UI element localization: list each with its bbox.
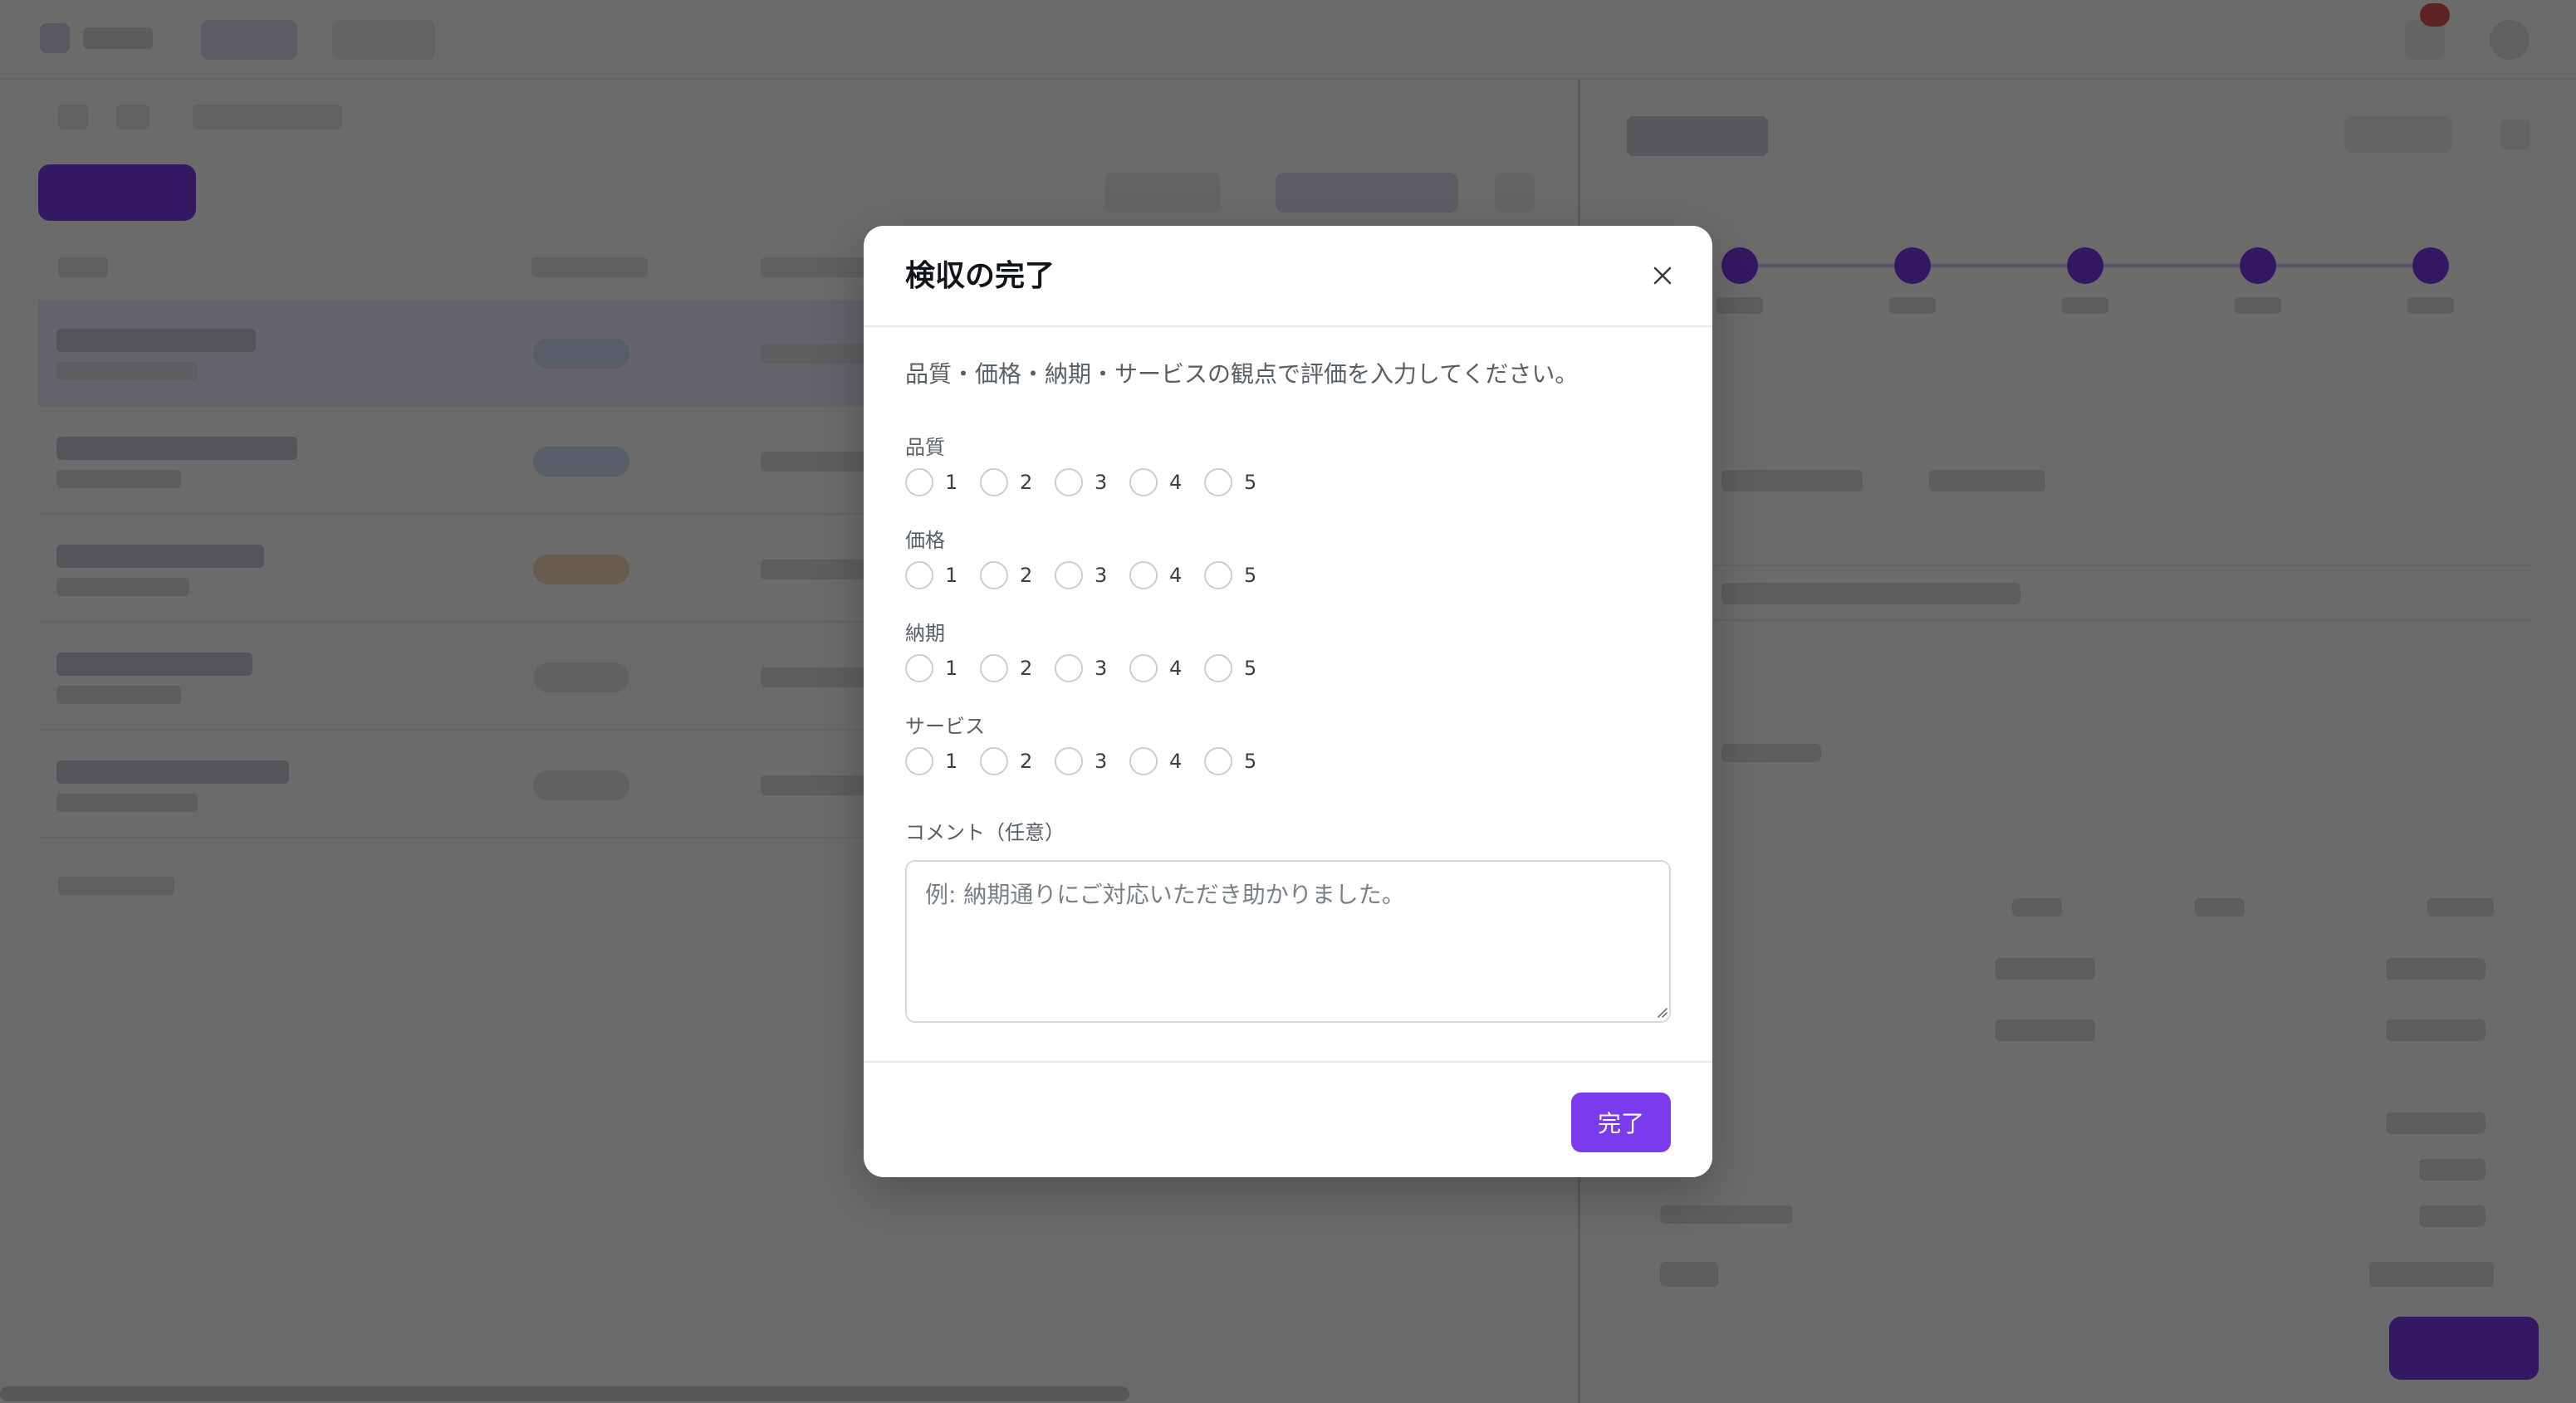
rating-value: 1: [945, 750, 958, 773]
radio-button[interactable]: [905, 747, 933, 775]
rating-option[interactable]: 2: [980, 747, 1033, 775]
rating-option[interactable]: 4: [1129, 561, 1183, 589]
resize-grip-icon[interactable]: [1656, 1006, 1668, 1018]
rating-value: 2: [1020, 471, 1033, 494]
radio-button[interactable]: [1204, 747, 1232, 775]
radio-button[interactable]: [1129, 747, 1158, 775]
rating-label: サービス: [905, 715, 985, 738]
rating-options: 1 2 3 4 5: [905, 654, 1279, 682]
radio-button[interactable]: [1204, 654, 1232, 682]
radio-button[interactable]: [980, 561, 1008, 589]
close-icon[interactable]: [1643, 256, 1682, 296]
rating-options: 1 2 3 4 5: [905, 747, 1279, 775]
radio-button[interactable]: [1055, 468, 1083, 496]
rating-option[interactable]: 5: [1204, 561, 1257, 589]
rating-option[interactable]: 1: [905, 468, 958, 496]
rating-value: 5: [1244, 750, 1257, 773]
rating-value: 1: [945, 657, 958, 680]
rating-option[interactable]: 2: [980, 561, 1033, 589]
rating-value: 1: [945, 564, 958, 587]
rating-option[interactable]: 5: [1204, 747, 1257, 775]
modal-title: 検収の完了: [905, 259, 1055, 293]
rating-option[interactable]: 1: [905, 654, 958, 682]
radio-button[interactable]: [980, 654, 1008, 682]
rating-option[interactable]: 4: [1129, 654, 1183, 682]
inspection-complete-dialog: 検収の完了 品質・価格・納期・サービスの観点で評価を入力してください。 品質 1…: [864, 226, 1712, 1177]
rating-option[interactable]: 3: [1055, 561, 1108, 589]
rating-option[interactable]: 4: [1129, 468, 1183, 496]
rating-option[interactable]: 3: [1055, 654, 1108, 682]
radio-button[interactable]: [1204, 468, 1232, 496]
rating-option[interactable]: 3: [1055, 468, 1108, 496]
rating-value: 5: [1244, 564, 1257, 587]
radio-button[interactable]: [1055, 561, 1083, 589]
rating-option[interactable]: 1: [905, 561, 958, 589]
modal-footer: 完了: [864, 1061, 1712, 1177]
rating-options: 1 2 3 4 5: [905, 561, 1279, 589]
comment-label: コメント（任意）: [905, 821, 1065, 844]
comment-textarea[interactable]: [905, 860, 1671, 1023]
rating-label: 納期: [905, 622, 945, 645]
close-icon-glyph: [1653, 266, 1672, 285]
radio-button[interactable]: [980, 747, 1008, 775]
modal-header: 検収の完了: [864, 226, 1712, 327]
rating-option[interactable]: 4: [1129, 747, 1183, 775]
rating-value: 4: [1169, 564, 1183, 587]
rating-option[interactable]: 3: [1055, 747, 1108, 775]
rating-value: 4: [1169, 657, 1183, 680]
radio-button[interactable]: [1129, 654, 1158, 682]
rating-value: 3: [1095, 750, 1108, 773]
rating-option[interactable]: 5: [1204, 654, 1257, 682]
rating-value: 5: [1244, 657, 1257, 680]
rating-value: 5: [1244, 471, 1257, 494]
rating-option[interactable]: 1: [905, 747, 958, 775]
rating-value: 1: [945, 471, 958, 494]
rating-options: 1 2 3 4 5: [905, 468, 1279, 496]
radio-button[interactable]: [905, 561, 933, 589]
rating-value: 4: [1169, 471, 1183, 494]
rating-value: 3: [1095, 564, 1108, 587]
radio-button[interactable]: [1055, 747, 1083, 775]
rating-value: 3: [1095, 471, 1108, 494]
rating-label: 価格: [905, 529, 945, 552]
rating-label: 品質: [905, 436, 945, 459]
rating-value: 2: [1020, 657, 1033, 680]
radio-button[interactable]: [1129, 561, 1158, 589]
rating-option[interactable]: 2: [980, 654, 1033, 682]
rating-value: 2: [1020, 750, 1033, 773]
radio-button[interactable]: [1204, 561, 1232, 589]
rating-value: 3: [1095, 657, 1108, 680]
radio-button[interactable]: [1055, 654, 1083, 682]
rating-value: 4: [1169, 750, 1183, 773]
complete-button[interactable]: 完了: [1571, 1093, 1671, 1152]
radio-button[interactable]: [905, 468, 933, 496]
rating-option[interactable]: 2: [980, 468, 1033, 496]
rating-option[interactable]: 5: [1204, 468, 1257, 496]
rating-value: 2: [1020, 564, 1033, 587]
instruction-text: 品質・価格・納期・サービスの観点で評価を入力してください。: [905, 360, 1579, 388]
radio-button[interactable]: [905, 654, 933, 682]
radio-button[interactable]: [980, 468, 1008, 496]
radio-button[interactable]: [1129, 468, 1158, 496]
